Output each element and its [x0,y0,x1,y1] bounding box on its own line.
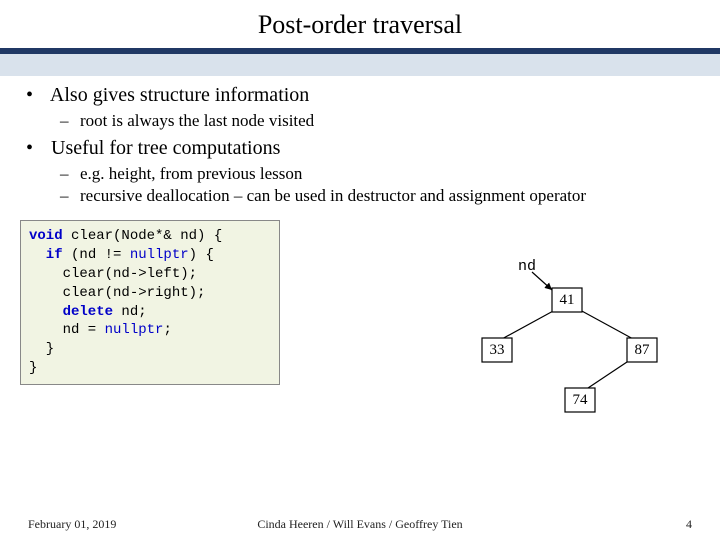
footer-page-number: 4 [686,517,692,532]
bullet-2-sub-1: e.g. height, from previous lesson [80,164,692,184]
node-left: 33 [482,338,512,362]
slide-title: Post-order traversal [0,10,720,40]
pointer-label: nd [518,258,536,275]
svg-text:41: 41 [560,292,575,308]
bullet-2-sub-2: recursive deallocation – can be used in … [80,186,692,206]
svg-text:33: 33 [490,342,505,358]
bullet-1-sub-1: root is always the last node visited [80,111,692,131]
node-right-left: 74 [565,388,595,412]
edge-root-right [580,310,635,340]
node-root: 41 [552,288,582,312]
bullet-2-text: Useful for tree computations [51,137,280,159]
kw-delete: delete [29,304,113,320]
title-band [0,54,720,76]
node-right: 87 [627,338,657,362]
bullet-1: Also gives structure information root is… [46,84,692,131]
code-snippet: void clear(Node*& nd) { if (nd != nullpt… [20,220,280,385]
svg-text:87: 87 [635,342,651,358]
tree-diagram: nd 41 33 87 [430,250,690,420]
edge-root-left [500,310,555,340]
bullet-2: Useful for tree computations e.g. height… [46,137,692,206]
kw-if: if [29,247,63,263]
lit-nullptr-2: nullptr [105,322,164,338]
tree-svg: 41 33 87 74 [430,250,690,420]
bullet-1-text: Also gives structure information [50,84,309,106]
footer-authors: Cinda Heeren / Will Evans / Geoffrey Tie… [0,517,720,532]
svg-text:74: 74 [573,392,589,408]
slide-title-area: Post-order traversal [0,0,720,46]
kw-void: void [29,228,63,244]
slide-body: Also gives structure information root is… [0,76,720,206]
lit-nullptr-1: nullptr [130,247,189,263]
edge-right-rl [585,360,630,390]
